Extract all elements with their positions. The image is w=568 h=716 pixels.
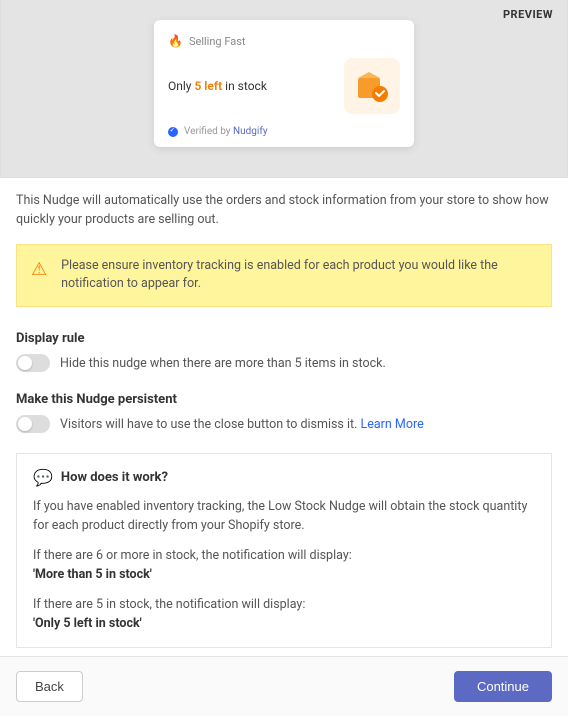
warning-alert: ⚠ Please ensure inventory tracking is en… <box>16 244 552 308</box>
nudge-text: Only 5 left in stock <box>168 79 267 93</box>
description-text: This Nudge will automatically use the or… <box>16 192 552 230</box>
nudge-header: 🔥 Selling Fast <box>168 34 400 48</box>
display-rule-title: Display rule <box>16 331 552 346</box>
info-panel: 💬 How does it work? If you have enabled … <box>16 453 552 648</box>
box-icon <box>344 58 400 114</box>
display-rule-label: Hide this nudge when there are more than… <box>60 356 386 371</box>
persistent-label: Visitors will have to use the close butt… <box>60 417 424 432</box>
info-paragraph-1: If you have enabled inventory tracking, … <box>33 497 535 536</box>
back-button[interactable]: Back <box>16 671 83 702</box>
fire-icon: 🔥 <box>168 34 183 48</box>
info-paragraph-3: If there are 5 in stock, the notificatio… <box>33 595 535 634</box>
preview-badge: PREVIEW <box>503 8 553 21</box>
warning-text: Please ensure inventory tracking is enab… <box>61 257 537 295</box>
info-header: 💬 How does it work? <box>33 468 535 487</box>
info-paragraph-2: If there are 6 or more in stock, the not… <box>33 546 535 585</box>
warning-icon: ⚠ <box>31 259 47 280</box>
persistent-row: Visitors will have to use the close butt… <box>16 415 552 433</box>
display-rule-row: Hide this nudge when there are more than… <box>16 354 552 372</box>
checkmark-icon <box>168 127 178 137</box>
nudge-footer: Verified by Nudgify <box>168 126 400 137</box>
nudge-card: 🔥 Selling Fast Only 5 left in stock Veri… <box>154 20 414 147</box>
nudge-body: Only 5 left in stock <box>168 58 400 114</box>
learn-more-link[interactable]: Learn More <box>361 417 424 432</box>
chat-icon: 💬 <box>33 468 53 487</box>
info-title: How does it work? <box>61 470 168 485</box>
footer-bar: Back Continue <box>0 656 568 716</box>
display-rule-toggle[interactable] <box>16 354 50 372</box>
persistent-title: Make this Nudge persistent <box>16 392 552 407</box>
continue-button[interactable]: Continue <box>454 671 552 702</box>
nudge-headline: Selling Fast <box>189 35 246 48</box>
preview-area: PREVIEW 🔥 Selling Fast Only 5 left in st… <box>0 0 568 178</box>
content-area: This Nudge will automatically use the or… <box>0 178 568 656</box>
persistent-toggle[interactable] <box>16 415 50 433</box>
